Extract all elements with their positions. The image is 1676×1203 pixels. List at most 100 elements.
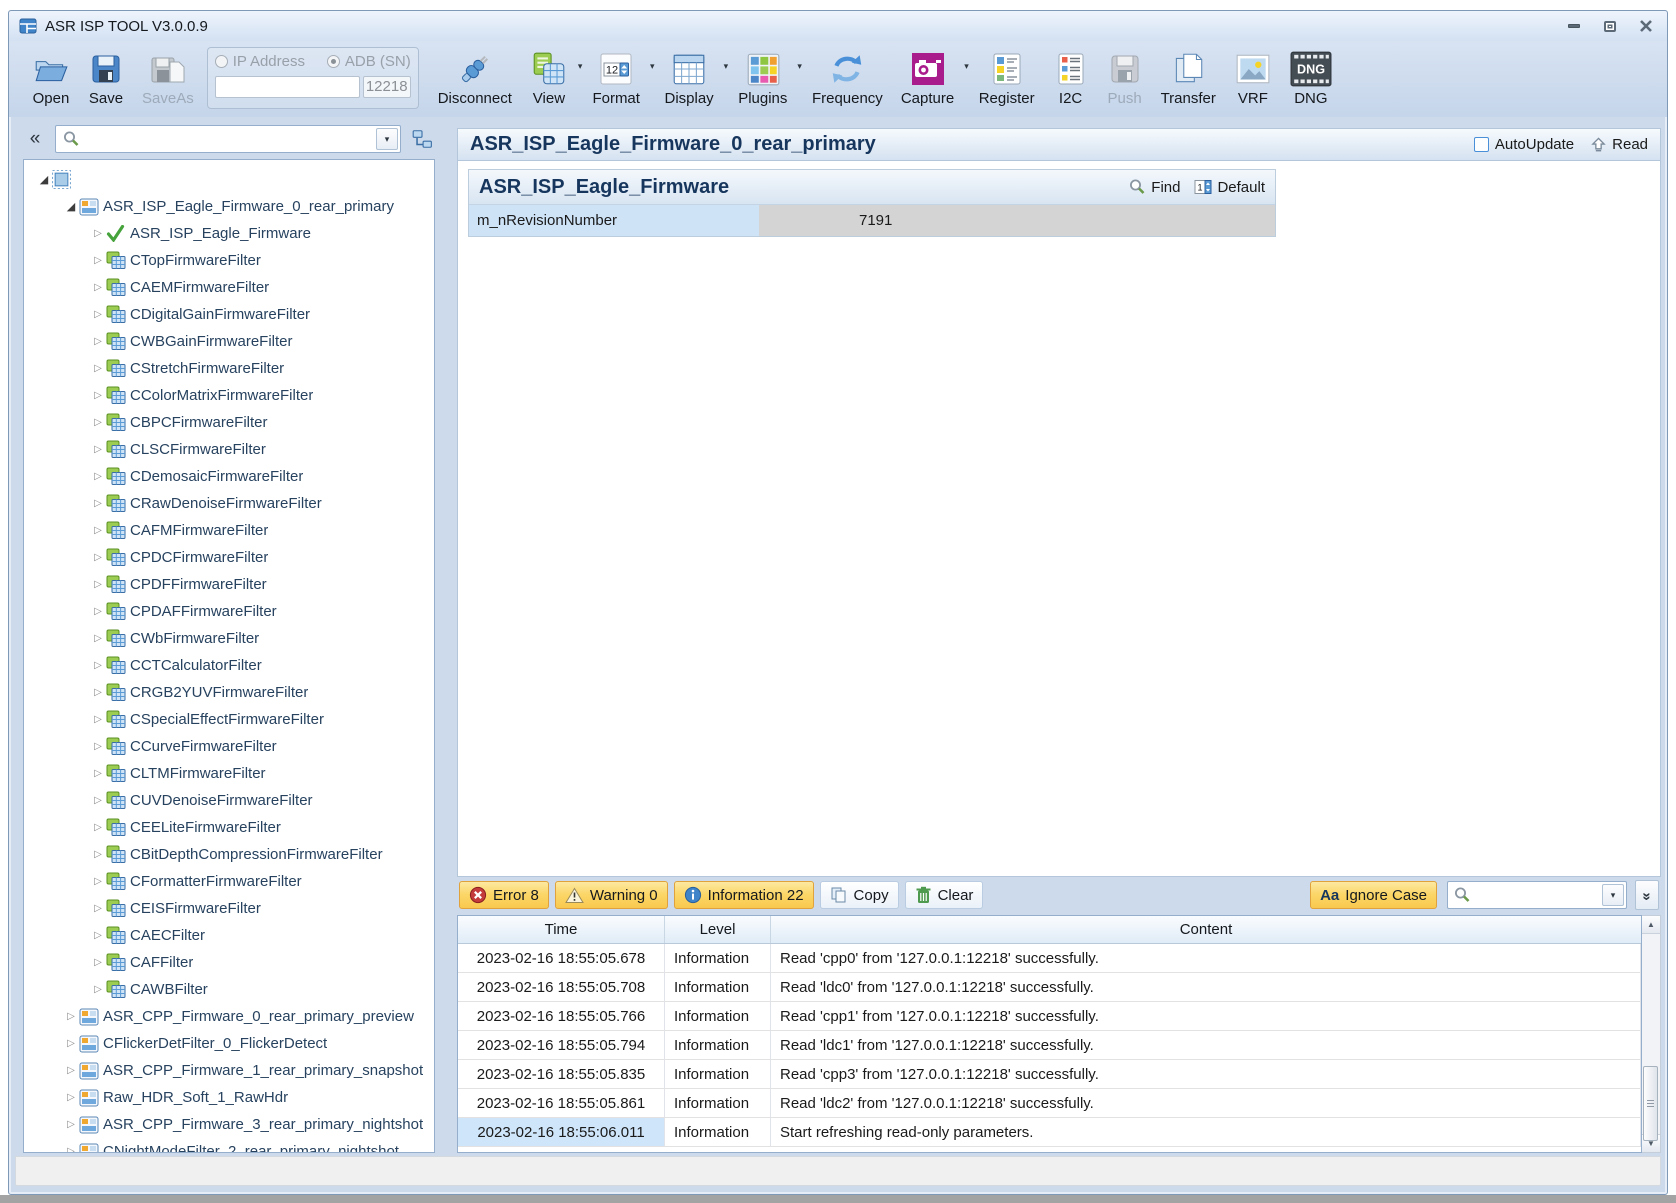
expander-collapsed-icon[interactable]: ▷ [90,714,106,725]
tree-item[interactable]: ▷CLSCFirmwareFilter [24,436,434,463]
expander-collapsed-icon[interactable]: ▷ [90,606,106,617]
tree-item[interactable]: ▷CRawDenoiseFirmwareFilter [24,490,434,517]
tree-item[interactable]: ▷ASR_ISP_Eagle_Firmware [24,220,434,247]
expander-collapsed-icon[interactable]: ▷ [63,1092,79,1103]
transfer-button[interactable]: Transfer [1152,47,1225,111]
tree-item[interactable]: ▷CFormatterFirmwareFilter [24,868,434,895]
tree-item[interactable]: ▷CAFMFirmwareFilter [24,517,434,544]
expander-collapsed-icon[interactable]: ▷ [63,1011,79,1022]
autoupdate-checkbox[interactable]: AutoUpdate [1474,136,1574,153]
save-button[interactable]: Save [79,47,133,111]
expander-collapsed-icon[interactable]: ▷ [90,660,106,671]
column-header-level[interactable]: Level [665,916,771,943]
expander-collapsed-icon[interactable]: ▷ [90,309,106,320]
expander-collapsed-icon[interactable]: ▷ [63,1065,79,1076]
format-button[interactable]: 12 Format [583,47,649,111]
tree-item[interactable]: ▷CLTMFirmwareFilter [24,760,434,787]
find-button[interactable]: Find [1128,178,1180,196]
plugins-dropdown-arrow[interactable]: ▾ [796,61,803,72]
expander-collapsed-icon[interactable]: ▷ [90,552,106,563]
tree-item[interactable]: ▷CStretchFirmwareFilter [24,355,434,382]
read-button[interactable]: Read [1590,136,1648,154]
search-history-dropdown[interactable]: ▾ [376,128,398,150]
scrollbar-thumb[interactable] [1643,1066,1658,1141]
expander-collapsed-icon[interactable]: ▷ [90,957,106,968]
expander-collapsed-icon[interactable]: ▷ [90,417,106,428]
expander-collapsed-icon[interactable]: ▷ [90,363,106,374]
plugins-button[interactable]: Plugins [729,47,796,111]
expander-collapsed-icon[interactable]: ▷ [90,390,106,401]
expander-collapsed-icon[interactable]: ▷ [63,1119,79,1130]
log-row[interactable]: 2023-02-16 18:55:05.678InformationRead '… [458,944,1641,973]
column-header-content[interactable]: Content [771,916,1641,943]
error-filter-button[interactable]: Error 8 [459,881,549,909]
open-button[interactable]: Open [23,47,79,111]
ip-address-field[interactable] [215,76,360,98]
clear-button[interactable]: Clear [905,881,984,909]
expander-collapsed-icon[interactable]: ▷ [90,849,106,860]
tree-item[interactable]: ▷CSpecialEffectFirmwareFilter [24,706,434,733]
information-filter-button[interactable]: Information 22 [674,881,814,909]
tree-item[interactable]: ▷CPDFFirmwareFilter [24,571,434,598]
frequency-button[interactable]: Frequency [803,47,892,111]
expander-collapsed-icon[interactable]: ▷ [90,822,106,833]
expander-collapsed-icon[interactable]: ▷ [90,228,106,239]
expander-collapsed-icon[interactable]: ▷ [90,633,106,644]
expander-collapsed-icon[interactable]: ▷ [90,255,106,266]
warning-filter-button[interactable]: Warning 0 [555,881,668,909]
expander-collapsed-icon[interactable]: ▷ [90,930,106,941]
tree-search-input[interactable]: ▾ [55,125,401,153]
log-row[interactable]: 2023-02-16 18:55:06.011InformationStart … [458,1118,1641,1147]
capture-dropdown-arrow[interactable]: ▾ [963,61,970,72]
log-row[interactable]: 2023-02-16 18:55:05.708InformationRead '… [458,973,1641,1002]
column-header-time[interactable]: Time [458,916,665,943]
tree-item[interactable]: ▷CCurveFirmwareFilter [24,733,434,760]
tree-item[interactable]: ▷CUVDenoiseFirmwareFilter [24,787,434,814]
serial-number-field[interactable]: 12218 [363,76,411,98]
expander-collapsed-icon[interactable]: ▷ [90,876,106,887]
tree-item[interactable]: ▷CTopFirmwareFilter [24,247,434,274]
tree-item[interactable]: ▷CAECFilter [24,922,434,949]
maximize-button[interactable] [1599,18,1621,34]
tree-item[interactable]: ▷CPDCFirmwareFilter [24,544,434,571]
ignore-case-button[interactable]: Aa Ignore Case [1310,881,1437,909]
log-more-button[interactable]: » [1635,880,1659,910]
tree-item[interactable]: ▷CBPCFirmwareFilter [24,409,434,436]
view-button[interactable]: View [521,47,577,111]
tree-item[interactable]: ▷CAWBFilter [24,976,434,1003]
log-row[interactable]: 2023-02-16 18:55:05.861InformationRead '… [458,1089,1641,1118]
expander-collapsed-icon[interactable]: ▷ [90,525,106,536]
log-scrollbar[interactable]: ▲ ▼ [1642,915,1661,1153]
expander-collapsed-icon[interactable]: ▷ [90,741,106,752]
tree-item[interactable]: ◢ [24,166,434,193]
tree-item[interactable]: ▷Raw_HDR_Soft_1_RawHdr [24,1084,434,1111]
tree-item[interactable]: ▷CFlickerDetFilter_0_FlickerDetect [24,1030,434,1057]
expander-collapsed-icon[interactable]: ▷ [90,282,106,293]
i2c-button[interactable]: I2C [1044,47,1098,111]
tree-item[interactable]: ▷CBitDepthCompressionFirmwareFilter [24,841,434,868]
tree-item[interactable]: ▷ASR_CPP_Firmware_3_rear_primary_nightsh… [24,1111,434,1138]
expander-collapsed-icon[interactable]: ▷ [90,768,106,779]
tree-item[interactable]: ▷CPDAFFirmwareFilter [24,598,434,625]
close-button[interactable] [1635,18,1657,34]
tree-item[interactable]: ▷CAFFilter [24,949,434,976]
tree-item[interactable]: ▷CEISFirmwareFilter [24,895,434,922]
expander-collapsed-icon[interactable]: ▷ [90,687,106,698]
expander-collapsed-icon[interactable]: ▷ [90,984,106,995]
tree-item[interactable]: ▷CEELiteFirmwareFilter [24,814,434,841]
tree-item[interactable]: ▷CDemosaicFirmwareFilter [24,463,434,490]
collapse-sidebar-button[interactable]: « [23,128,47,150]
expander-collapsed-icon[interactable]: ▷ [90,498,106,509]
dng-button[interactable]: DNG DNG [1281,47,1341,111]
copy-button[interactable]: Copy [820,881,899,909]
expander-collapsed-icon[interactable]: ▷ [90,336,106,347]
log-row[interactable]: 2023-02-16 18:55:05.835InformationRead '… [458,1060,1641,1089]
expander-collapsed-icon[interactable]: ▷ [90,903,106,914]
expander-collapsed-icon[interactable]: ▷ [90,795,106,806]
property-value[interactable]: 7191 [759,205,1275,236]
minimize-button[interactable] [1563,18,1585,34]
expander-collapsed-icon[interactable]: ▷ [90,471,106,482]
log-search-input[interactable]: ▾ [1447,881,1627,909]
tree-item[interactable]: ▷ASR_CPP_Firmware_1_rear_primary_snapsho… [24,1057,434,1084]
tree-item[interactable]: ◢ASR_ISP_Eagle_Firmware_0_rear_primary [24,193,434,220]
